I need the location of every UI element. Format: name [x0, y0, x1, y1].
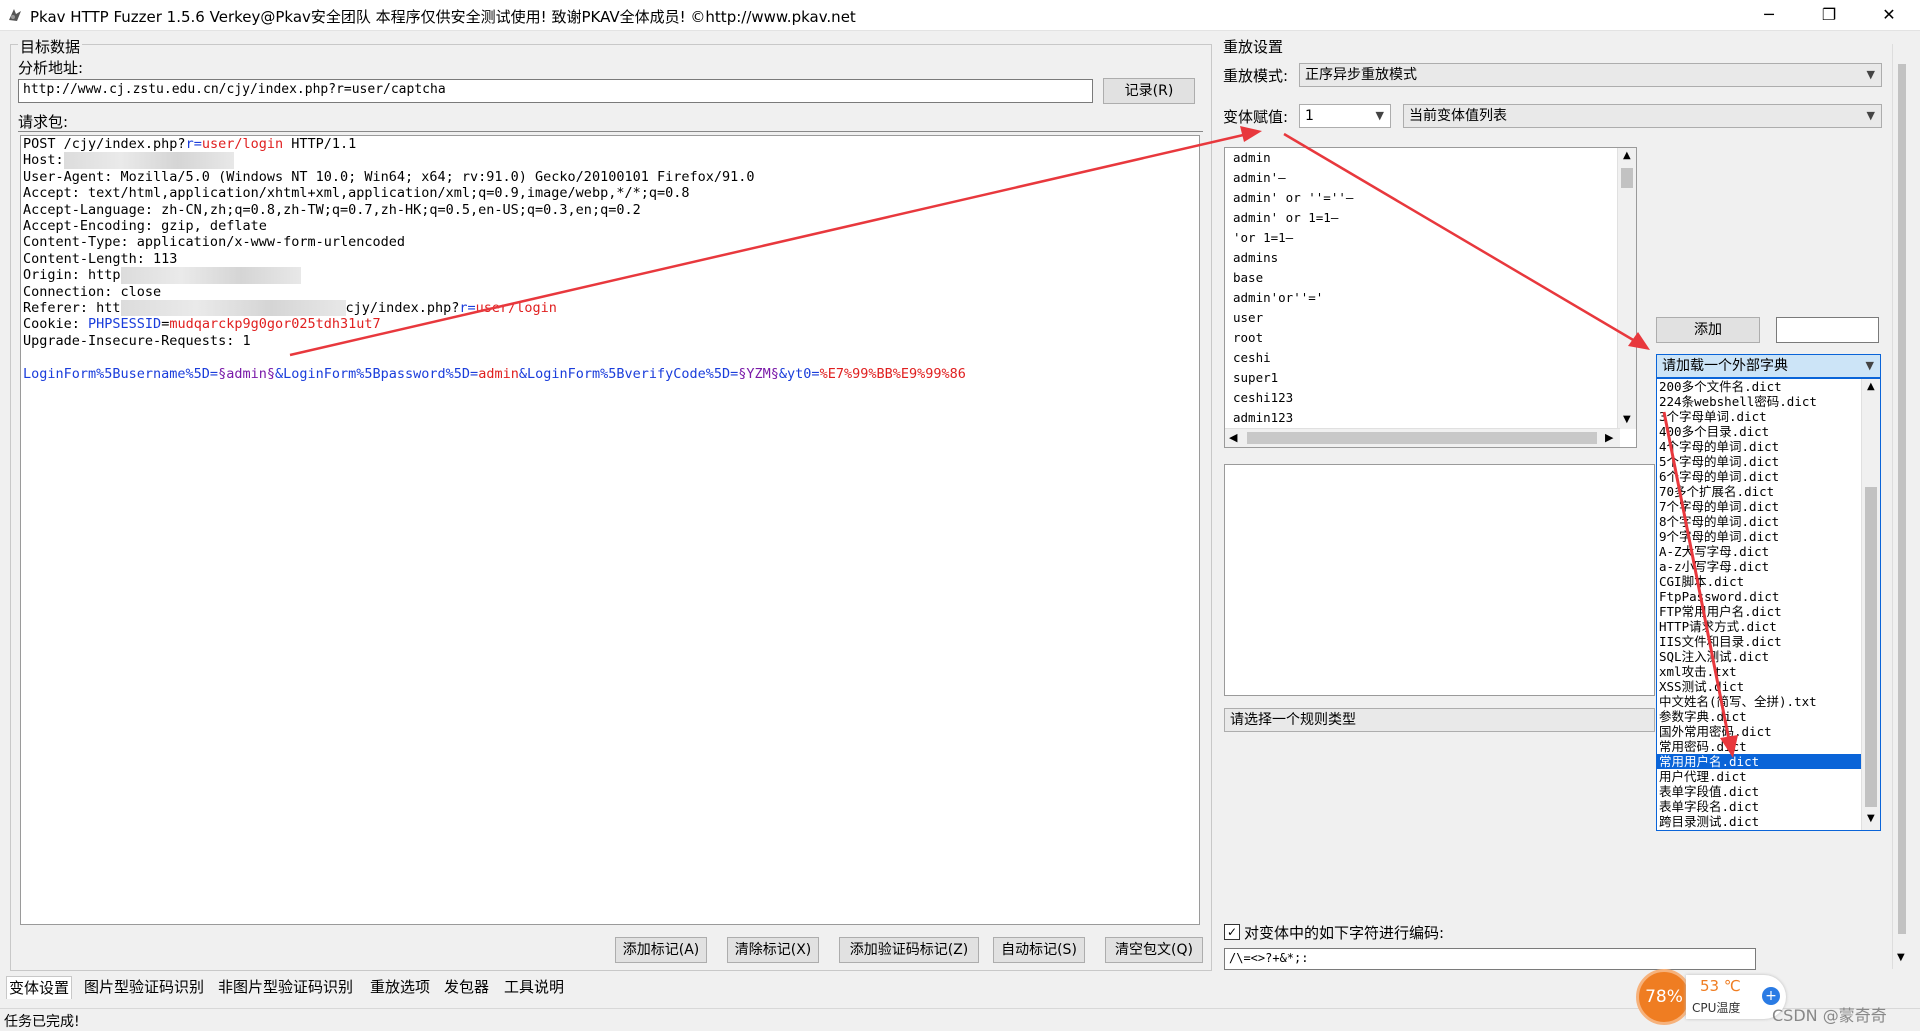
arrow-line-to-variant: [289, 131, 1253, 357]
arrow-head-variant: [1240, 126, 1262, 142]
arrow-line-to-dict: [1283, 132, 1641, 346]
arrow-head-dict: [1628, 332, 1650, 350]
arrow-line-to-username-dict: [1662, 411, 1732, 746]
annotation-arrows: [289, 126, 1738, 758]
arrow-head-username-dict: [1720, 735, 1738, 758]
